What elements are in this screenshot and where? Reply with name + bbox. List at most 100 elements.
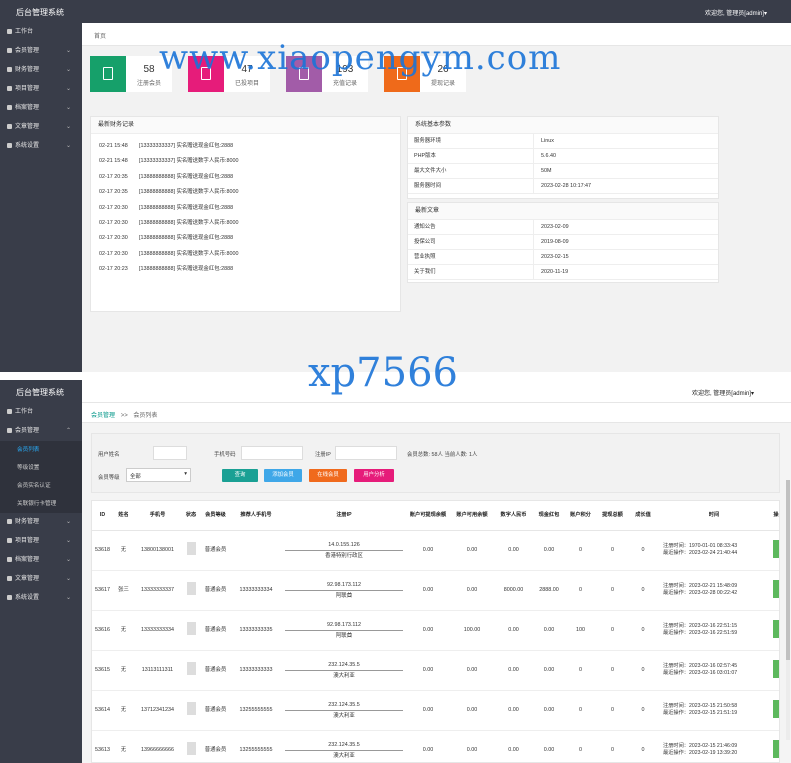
sidebar-item-c0[interactable]: 财务管理 ⌄ (0, 513, 82, 532)
subnav-item[interactable]: 关联银行卡管理 (0, 495, 82, 513)
menu-icon (7, 556, 12, 562)
sidebar-item-a5[interactable]: 文章管理 ⌄ (0, 118, 82, 137)
operate-button[interactable] (773, 739, 779, 758)
cell-status (181, 610, 201, 651)
cell-phone: 13113111311 (134, 650, 181, 691)
operate-button[interactable] (773, 619, 779, 638)
filter-button-2[interactable]: 在线会员 (309, 469, 347, 482)
cell-ip: 232.124.35.5 澳大利亚 (282, 650, 406, 691)
subnav-item[interactable]: 会员实名认证 (0, 477, 82, 495)
sidebar-item-c3[interactable]: 文章管理 ⌄ (0, 570, 82, 589)
cell-status (181, 530, 201, 571)
sidebar-item-label: 档案管理 (15, 105, 40, 111)
finance-log-row: 02-17 20:30 [13888888888] 实名赠送现金红包:2888 (91, 201, 400, 216)
cell-points: 0 (565, 690, 596, 731)
subnav-item[interactable]: 等级设置 (0, 459, 82, 477)
sidebar-item-label: 文章管理 (15, 576, 40, 582)
level-select[interactable]: 全部 ▾ (126, 468, 191, 482)
sidebar-item-a1[interactable]: 会员管理 ⌄ (0, 42, 82, 61)
log-time: 02-17 20:30 (99, 204, 128, 211)
operate-button[interactable] (773, 699, 779, 718)
phone-input[interactable] (241, 446, 303, 460)
sidebar-item-a6[interactable]: 系统设置 ⌄ (0, 137, 82, 156)
member-list-main: 会员管理 >> 会员列表 用户姓名 手机号码 注册IP 会员总数: 58人 当前… (82, 403, 791, 763)
subnav-item[interactable]: 会员列表 (0, 441, 82, 459)
username-input[interactable] (153, 446, 187, 460)
sidebar-item-c4[interactable]: 系统设置 ⌄ (0, 589, 82, 608)
breadcrumb-home[interactable]: 首页 (94, 34, 106, 40)
sidebar-item-label: 工作台 (15, 29, 34, 35)
sidebar-item-a0[interactable]: 工作台 (0, 23, 82, 42)
system-params-title: 系统基本参数 (408, 117, 718, 134)
log-time: 02-21 15:48 (99, 158, 128, 165)
filter-button-3[interactable]: 用户分析 (354, 469, 394, 482)
chevron-icon: ⌄ (65, 124, 71, 130)
sidebar-item-b0[interactable]: 工作台 (0, 403, 82, 422)
ip-location: 阿联酋 (335, 592, 353, 599)
status-toggle[interactable] (186, 702, 196, 715)
cell-ops (771, 650, 779, 691)
filter-button-0[interactable]: 查询 (222, 469, 258, 482)
operate-button[interactable] (773, 579, 779, 598)
column-header: 手机号 (134, 501, 181, 531)
sidebar-item-a2[interactable]: 财务管理 ⌄ (0, 61, 82, 80)
breadcrumb-member-manage[interactable]: 会员管理 (91, 413, 115, 419)
phone-label: 手机号码 (214, 452, 236, 458)
breadcrumb-member-list: 会员列表 (133, 413, 158, 419)
sidebar-item-label: 会员管理 (15, 48, 40, 54)
sidebar-item-b1[interactable]: 会员管理 ⌃ (0, 422, 82, 441)
reg-ip-input[interactable] (335, 446, 397, 460)
status-toggle[interactable] (186, 542, 196, 555)
user-menu[interactable]: 欢迎您, 管理员[admin]▾ (705, 8, 767, 17)
finance-log-row: 02-17 20:35 [13888888888] 实名赠送数字人民币:8000 (91, 185, 400, 200)
menu-icon (7, 427, 12, 433)
cell-available: 0.00 (450, 650, 494, 691)
sidebar-item-c1[interactable]: 项目管理 ⌄ (0, 532, 82, 551)
filter-button-1[interactable]: 添加会员 (264, 469, 302, 482)
finance-log-row: 02-17 20:30 [13888888888] 实名赠送数字人民币:8000 (91, 216, 400, 231)
column-header: 会员等级 (201, 501, 230, 531)
ip-address: 232.124.35.5 (328, 701, 360, 708)
page-scrollbar-thumb[interactable] (786, 480, 790, 660)
cell-level: 普通会员 (201, 610, 230, 651)
level-label: 会员等级 (98, 475, 120, 481)
status-toggle[interactable] (186, 742, 196, 755)
cell-digital-rmb: 0.00 (494, 730, 533, 762)
stat-value: 47 (241, 64, 253, 75)
cell-ops (771, 690, 779, 731)
stat-card[interactable]: 193 充值记录 (286, 56, 368, 92)
cell-growth: 0 (629, 650, 657, 691)
table-row: 53618 无 13800138001 普通会员 14.0.155.126 香港特别行政区… (92, 530, 779, 571)
sidebar-item-c2[interactable]: 档案管理 ⌄ (0, 551, 82, 570)
stat-card[interactable]: 58 注册会员 (90, 56, 172, 92)
status-toggle[interactable] (186, 622, 196, 635)
operate-button[interactable] (773, 539, 779, 558)
log-message: [13333333337] 实名赠送现金红包:2888 (139, 143, 234, 149)
cell-referrer (230, 530, 282, 571)
status-toggle[interactable] (186, 582, 196, 595)
user-menu[interactable]: 欢迎您, 管理员[admin]▾ (692, 388, 754, 397)
sidebar-item-a4[interactable]: 档案管理 ⌄ (0, 99, 82, 118)
cell-level: 普通会员 (201, 570, 230, 611)
cell-status (181, 570, 201, 611)
stat-card[interactable]: 47 已投项目 (188, 56, 270, 92)
cell-id: 53616 (92, 610, 113, 651)
sidebar-item-a3[interactable]: 项目管理 ⌄ (0, 80, 82, 99)
reg-time: 注册时间：2023-02-15 21:50:58 (663, 702, 738, 709)
cell-status (181, 690, 201, 731)
cell-referrer: 13333333333 (230, 650, 282, 691)
stat-card-icon-box (90, 56, 126, 92)
filter-panel: 用户姓名 手机号码 注册IP 会员总数: 58人 当前人数: 1人 会员等级 全… (91, 433, 780, 493)
cell-level: 普通会员 (201, 650, 230, 691)
finance-log-row: 02-17 20:30 [13888888888] 实名赠送数字人民币:8000 (91, 247, 400, 262)
finance-records-title: 最新财务记录 (91, 117, 400, 134)
cell-red-packet: 0.00 (533, 610, 565, 651)
operate-button[interactable] (773, 659, 779, 678)
cell-referrer: 13333333335 (230, 610, 282, 651)
cell-status (181, 730, 201, 762)
stat-card[interactable]: 26 提现记录 (384, 56, 466, 92)
status-toggle[interactable] (186, 662, 196, 675)
system-param-key: 最大文件大小 (408, 164, 534, 178)
cell-name: 无 (113, 610, 134, 651)
article-value: 2023-02-15 (541, 254, 569, 260)
